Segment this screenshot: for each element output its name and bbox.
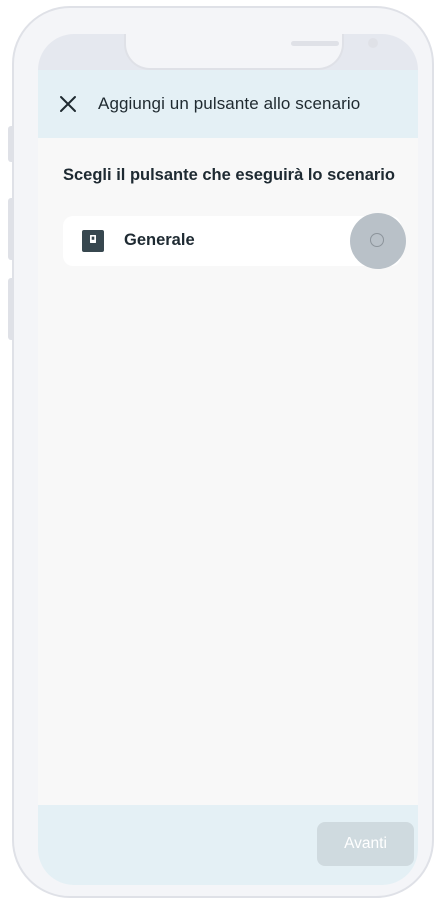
section-title: Scegli il pulsante che eseguirà lo scena… bbox=[63, 166, 395, 184]
app-header: Aggiungi un pulsante allo scenario bbox=[38, 70, 418, 138]
close-icon[interactable] bbox=[58, 94, 78, 114]
phone-mute-switch bbox=[8, 126, 13, 162]
wall-switch-icon bbox=[82, 230, 104, 252]
button-option-generale[interactable]: Generale bbox=[63, 213, 406, 269]
front-camera bbox=[368, 38, 378, 48]
radio-focus-halo bbox=[350, 213, 406, 269]
speaker-grille bbox=[291, 41, 339, 46]
phone-screen: Aggiungi un pulsante allo scenario Scegl… bbox=[38, 34, 418, 885]
page-title: Aggiungi un pulsante allo scenario bbox=[98, 94, 361, 113]
phone-notch bbox=[124, 34, 378, 70]
status-bar bbox=[38, 34, 418, 70]
option-label: Generale bbox=[124, 231, 195, 249]
footer-bar: Avanti bbox=[38, 805, 418, 885]
phone-volume-down-button bbox=[8, 278, 13, 340]
radio-button[interactable] bbox=[370, 233, 384, 247]
phone-volume-up-button bbox=[8, 198, 13, 260]
next-button[interactable]: Avanti bbox=[317, 822, 414, 866]
